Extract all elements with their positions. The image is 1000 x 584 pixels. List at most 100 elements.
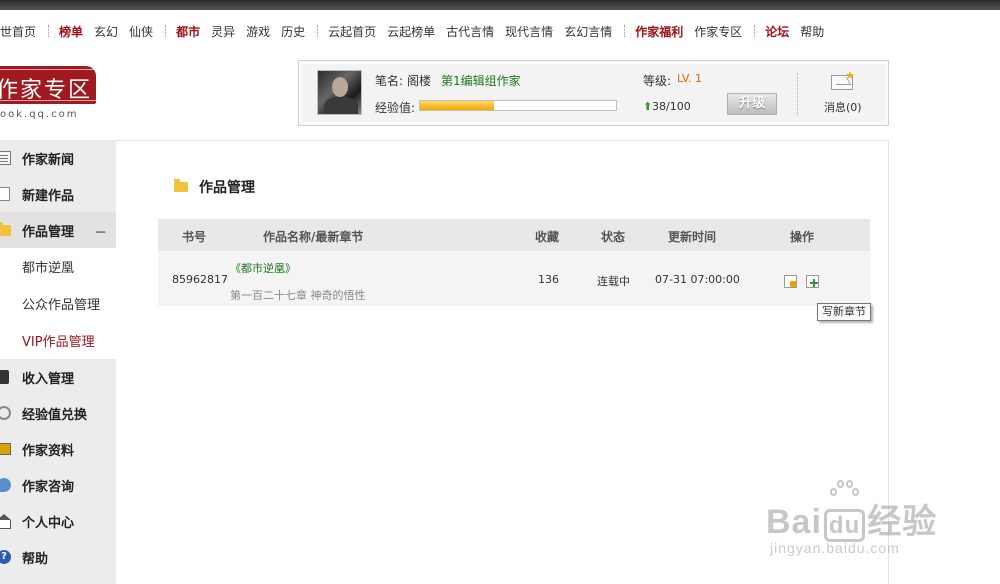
nav-link-xuanhuan[interactable]: 玄幻 — [94, 23, 118, 40]
panel-divider — [797, 73, 798, 115]
collapse-toggle-icon[interactable]: － — [94, 222, 107, 241]
nav-group-home: 世首页 — [0, 23, 47, 40]
book-id: 85962817 — [172, 273, 228, 286]
nav-link-yunqi-home[interactable]: 云起首页 — [328, 23, 376, 40]
star-icon: ★ — [845, 69, 855, 82]
sidebar-item-author-consult[interactable]: 作家咨询 — [0, 467, 116, 503]
site-logo[interactable]: 作家专区 ook.qq.com — [0, 66, 96, 124]
message-envelope-icon[interactable]: ★ — [831, 69, 855, 91]
sidebar-subitem-public-works[interactable]: 公众作品管理 — [0, 285, 116, 322]
sidebar: 作家新闻 新建作品 作品管理 － 都市逆凰 公众作品管理 VIP作品管理 收入管… — [0, 140, 116, 584]
sidebar-item-label: 作家新闻 — [22, 152, 75, 168]
column-header-book-id: 书号 — [182, 230, 207, 244]
sidebar-item-label: 收入管理 — [22, 371, 75, 387]
sidebar-item-new-work[interactable]: 新建作品 — [0, 176, 116, 212]
nav-link-xianxia[interactable]: 仙侠 — [129, 23, 153, 40]
sidebar-item-exp-exchange[interactable]: 经验值兑换 — [0, 395, 116, 431]
sidebar-item-label: 新建作品 — [22, 188, 75, 204]
nav-group-genres: 都市 灵异 游戏 历史 — [176, 23, 316, 40]
column-header-favorites: 收藏 — [535, 230, 560, 244]
exp-label: 经验值: — [375, 101, 416, 115]
page-title: 作品管理 — [199, 180, 255, 196]
pen-name-label: 笔名: — [375, 74, 404, 88]
works-table: 书号 作品名称/最新章节 收藏 状态 更新时间 操作 85962817 《都市逆… — [158, 219, 870, 306]
column-header-updated: 更新时间 — [668, 230, 717, 244]
sidebar-item-label: 经验值兑换 — [22, 407, 88, 423]
logo-title: 作家专区 — [0, 78, 93, 103]
new-doc-icon — [0, 187, 10, 201]
book-title-link[interactable]: 《都市逆凰》 — [230, 260, 296, 276]
sidebar-item-help[interactable]: ? 帮助 — [0, 539, 116, 575]
top-stripe — [0, 0, 1000, 10]
nav-link-forum[interactable]: 论坛 — [765, 23, 789, 40]
nav-group-community: 论坛 帮助 — [765, 23, 835, 40]
tooltip-write-chapter: 写新章节 — [817, 303, 871, 321]
watermark-url: jingyan.baidu.com — [770, 540, 900, 556]
logo-banner: 作家专区 — [0, 66, 96, 104]
nav-separator — [754, 25, 756, 37]
sidebar-item-income[interactable]: 收入管理 — [0, 359, 116, 395]
home-icon — [0, 514, 11, 529]
messages-link[interactable]: 消息(0) — [824, 99, 862, 115]
level-label: 等级: — [643, 74, 672, 88]
sidebar-item-author-news[interactable]: 作家新闻 — [0, 140, 116, 176]
nav-link-author-benefits[interactable]: 作家福利 — [635, 23, 683, 40]
sidebar-item-label: 作品管理 — [22, 224, 75, 240]
nav-link-ancient-romance[interactable]: 古代言情 — [446, 23, 494, 40]
sidebar-item-personal-center[interactable]: 个人中心 — [0, 503, 116, 539]
favorites-count: 136 — [538, 273, 559, 286]
sidebar-item-label: 作家咨询 — [22, 479, 75, 495]
table-header: 书号 作品名称/最新章节 收藏 状态 更新时间 操作 — [158, 219, 870, 251]
nav-link-supernatural[interactable]: 灵异 — [211, 23, 235, 40]
column-header-actions: 操作 — [790, 230, 815, 244]
nav-group-categories: 榜单 玄幻 仙侠 — [59, 23, 164, 40]
logo-subtitle: ook.qq.com — [0, 109, 79, 120]
nav-group-yunqi: 云起首页 云起榜单 古代言情 现代言情 玄幻言情 — [328, 23, 623, 40]
sidebar-item-work-management[interactable]: 作品管理 － — [0, 212, 116, 248]
nav-link-author-zone[interactable]: 作家专区 — [694, 23, 742, 40]
sidebar-item-label: 作家资料 — [22, 443, 75, 459]
watermark-brand: Bai du 经验 — [766, 494, 937, 543]
upgrade-button[interactable]: 升级 — [727, 93, 777, 115]
sidebar-item-label: 帮助 — [22, 551, 49, 567]
avatar[interactable] — [317, 70, 362, 115]
column-header-title: 作品名称/最新章节 — [263, 230, 364, 244]
folder-icon — [174, 179, 188, 192]
watermark-brand-b: du — [823, 509, 866, 542]
sidebar-subitem-vip-works[interactable]: VIP作品管理 — [0, 322, 116, 359]
nav-link-history[interactable]: 历史 — [281, 23, 305, 40]
nav-link-modern-romance[interactable]: 现代言情 — [505, 23, 553, 40]
baidu-jingyan-watermark: Bai du 经验 jingyan.baidu.com — [764, 478, 974, 578]
level-value: LV. 1 — [677, 72, 703, 85]
consult-icon — [0, 478, 11, 492]
nav-link-rankings[interactable]: 榜单 — [59, 23, 83, 40]
profile-icon — [0, 443, 11, 455]
folder-icon — [0, 222, 11, 236]
section-title: 作品管理 — [174, 177, 255, 197]
nav-link-urban[interactable]: 都市 — [176, 23, 200, 40]
top-nav: 世首页 榜单 玄幻 仙侠 都市 灵异 游戏 历史 云起首页 云起榜单 古代言情 … — [0, 10, 1000, 52]
pen-name: 阁楼 — [407, 74, 432, 88]
exp-progress-bar — [419, 100, 617, 111]
book-status: 连载中 — [597, 275, 630, 288]
add-chapter-icon[interactable] — [806, 275, 819, 288]
editor-group[interactable]: 第1编辑组作家 — [441, 72, 521, 89]
nav-separator — [165, 25, 167, 37]
exchange-icon — [0, 406, 11, 420]
nav-link-games[interactable]: 游戏 — [246, 23, 270, 40]
edit-work-icon[interactable] — [784, 275, 797, 288]
nav-link-fantasy-romance[interactable]: 玄幻言情 — [564, 23, 612, 40]
sidebar-item-author-profile[interactable]: 作家资料 — [0, 431, 116, 467]
nav-separator — [624, 25, 626, 37]
nav-link-yunqi-rankings[interactable]: 云起榜单 — [387, 23, 435, 40]
sidebar-subitem-dushi-nihuang[interactable]: 都市逆凰 — [0, 248, 116, 285]
exp-count: 38/100 — [652, 100, 691, 113]
nav-separator — [48, 25, 50, 37]
nav-link-home[interactable]: 世首页 — [0, 23, 36, 40]
exp-progress-fill — [420, 101, 495, 110]
table-row: 85962817 《都市逆凰》 第一百二十七章 神奇的悟性 136 连载中 07… — [158, 251, 870, 306]
arrow-up-icon: ⬆ — [643, 100, 653, 113]
nav-link-help[interactable]: 帮助 — [800, 23, 824, 40]
updated-time: 07-31 07:00:00 — [655, 273, 740, 286]
latest-chapter[interactable]: 第一百二十七章 神奇的悟性 — [230, 287, 366, 303]
